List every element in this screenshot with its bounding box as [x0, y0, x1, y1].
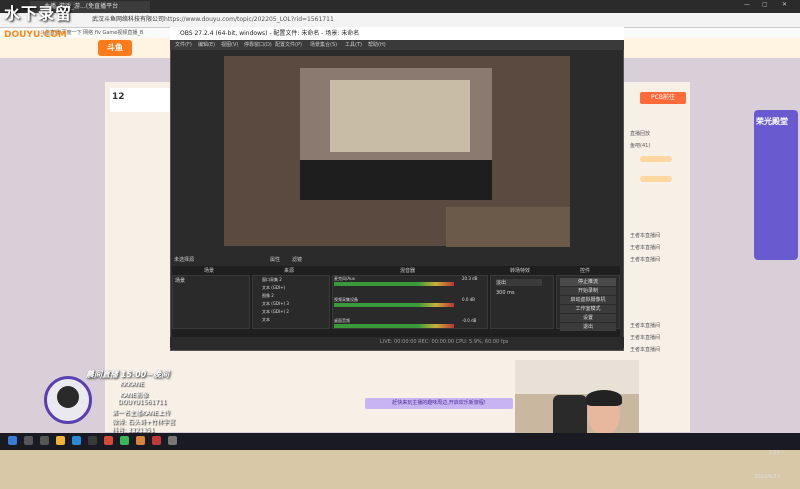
source-item[interactable]: 文本 (GDI+) 3 [262, 301, 322, 307]
nested-obs-docks [300, 160, 492, 200]
obs-statusbar: LIVE: 00:00:00 REC: 00:00:00 CPU: 5.9%, … [170, 337, 624, 348]
app-icon[interactable] [104, 436, 113, 445]
clock-date: 2022/6/13 [754, 474, 780, 480]
mixer-dock-title: 混音器 [400, 268, 416, 274]
no-source-label: 未选择源 [174, 257, 195, 263]
streamer-hair [586, 390, 622, 406]
edge-icon[interactable] [72, 436, 81, 445]
sources-dock-title: 来源 [284, 268, 295, 274]
properties-button[interactable]: 属性 [270, 256, 280, 263]
room-level: 12 [112, 92, 125, 102]
controls-dock-title: 控件 [580, 268, 591, 274]
menu-tools[interactable]: 工具(T) [345, 40, 362, 50]
clock-time: 1:21 [768, 450, 780, 456]
transition-select[interactable]: 淡出 [496, 279, 542, 286]
transitions-dock-title: 转场特效 [510, 268, 531, 274]
douyu-logo[interactable]: 斗鱼 [98, 40, 132, 56]
stream-schedule: 晨间直播 15:00~晚间 [86, 370, 169, 379]
task-view-icon[interactable] [40, 436, 49, 445]
menu-file[interactable]: 文件(F) [175, 40, 192, 50]
stop-streaming-button[interactable]: 停止推流 [560, 278, 616, 286]
app-icon[interactable] [152, 436, 161, 445]
right-panel-item[interactable]: 王者本直播间 [630, 232, 660, 239]
gift-pill[interactable] [640, 176, 672, 182]
virtual-camera-button[interactable]: 启动虚拟摄像机 [560, 296, 616, 304]
app-icon[interactable] [168, 436, 177, 445]
menu-help[interactable]: 帮助(H) [368, 40, 386, 50]
exit-button[interactable]: 退出 [560, 323, 616, 331]
search-icon[interactable] [24, 436, 33, 445]
watermark: 水下录留 [4, 4, 73, 23]
webcam-in-preview [446, 207, 570, 247]
streamer-line: KKKANE [120, 381, 145, 388]
url-text[interactable]: https://www.douyu.com/topic/202205_LOL?r… [164, 13, 334, 27]
volume-meter [334, 282, 454, 286]
start-recording-button[interactable]: 开始录制 [560, 287, 616, 295]
streamer-line: 第一名主播KANE上传 [112, 410, 171, 417]
filters-button[interactable]: 滤镜 [292, 256, 302, 263]
studio-mode-button[interactable]: 工作室模式 [560, 305, 616, 313]
streamer-line: DOUYU1561711 [118, 399, 167, 406]
menu-view[interactable]: 视图(V) [221, 40, 238, 50]
side-ad-banner[interactable] [754, 110, 798, 260]
pcb-button[interactable]: PCB前往 [640, 92, 686, 104]
site-identity: 武汉斗鱼网络科技有限公司 [92, 16, 165, 23]
obs-title: OBS 27.2.4 (64-bit, windows) - 配置文件: 未命名… [180, 30, 360, 37]
menu-scene-collection[interactable]: 场景集合(S) [310, 40, 337, 50]
menu-profile[interactable]: 配置文件(P) [275, 40, 302, 50]
gift-pill[interactable] [640, 156, 672, 162]
settings-button[interactable]: 设置 [560, 314, 616, 322]
obs-taskbar-icon[interactable] [88, 436, 97, 445]
nested-preview [330, 80, 470, 152]
scene-item[interactable]: 场景 [175, 277, 185, 284]
mixer-channel-db: 20.3 dB [462, 276, 478, 281]
right-panel-item[interactable]: 鱼吧(41) [630, 142, 650, 149]
source-item[interactable]: 图像 2 [262, 293, 322, 299]
promo-banner[interactable]: 赶快来玩主播的趣味周边,开启欢乐新旅程! [365, 398, 513, 409]
source-item[interactable]: 文本 (GDI+) 2 [262, 309, 322, 315]
file-explorer-icon[interactable] [56, 436, 65, 445]
source-item[interactable]: 文本 (GDI+) [262, 285, 322, 291]
menu-edit[interactable]: 编辑(E) [198, 40, 215, 50]
maximize-icon[interactable]: ▢ [762, 1, 768, 8]
app-icon[interactable] [136, 436, 145, 445]
side-ad-title: 荣光殿堂 [756, 117, 788, 126]
webcam-wall [515, 360, 639, 394]
right-panel-item[interactable]: 王者本直播间 [630, 334, 660, 341]
right-panel-item[interactable]: 王者本直播间 [630, 346, 660, 353]
menu-docks[interactable]: 停靠窗口(D) [244, 40, 272, 50]
transition-duration[interactable]: 300 ms [496, 290, 515, 296]
minimize-icon[interactable]: — [744, 1, 750, 8]
douyu-watermark: DOUYU.COM [4, 30, 67, 40]
close-icon[interactable]: ✕ [782, 1, 787, 8]
taskbar-clock[interactable]: 1:21 2022/6/13 [740, 433, 780, 489]
right-panel-item[interactable]: 王者本直播间 [630, 244, 660, 251]
scenes-dock-title: 场景 [204, 268, 215, 274]
mixer-channel-db: 0.0 dB [462, 297, 475, 302]
app-icon[interactable] [120, 436, 129, 445]
streamer-line: KANE影像 [120, 392, 149, 399]
obs-status-text: LIVE: 00:00:00 REC: 00:00:00 CPU: 5.9%, … [380, 339, 509, 345]
right-panel-item[interactable]: 王者本直播间 [630, 322, 660, 329]
volume-meter [334, 303, 454, 307]
volume-meter [334, 324, 454, 328]
source-item[interactable]: 窗口采集 2 [262, 277, 322, 283]
windows-start-icon[interactable] [8, 436, 17, 445]
source-item[interactable]: 文本 [262, 317, 322, 323]
mixer-channel-db: -0.0 dB [462, 318, 477, 323]
avatar-portrait [57, 386, 79, 408]
right-panel-item[interactable]: 直播回放 [630, 130, 650, 137]
right-panel-item[interactable]: 王者本直播间 [630, 256, 660, 263]
